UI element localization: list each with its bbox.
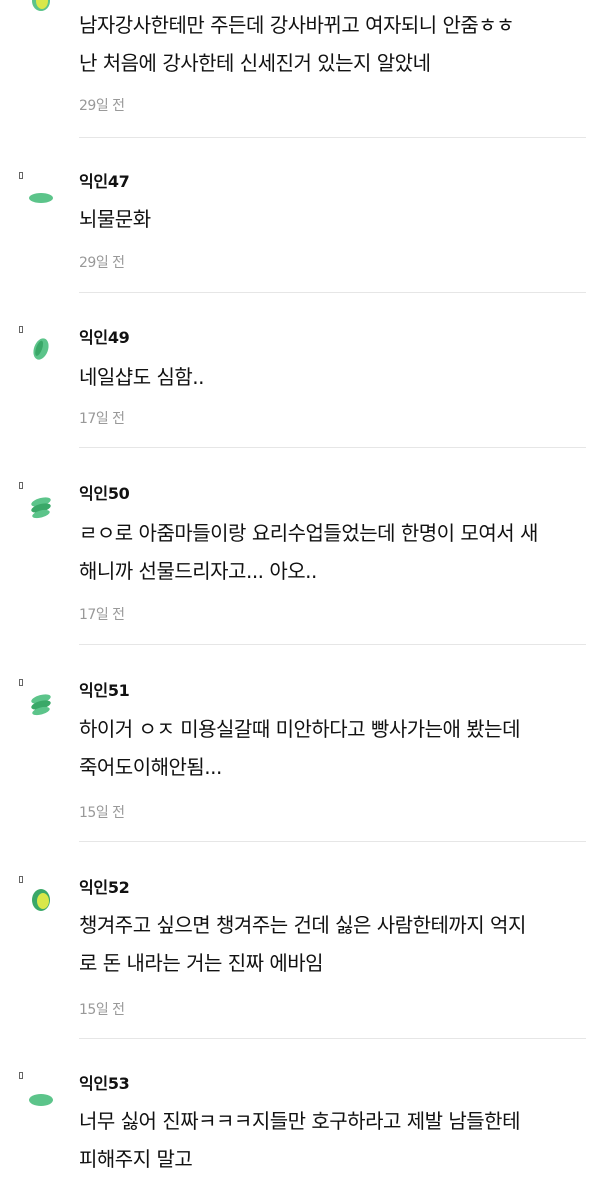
comment-text-line: 네일샵도 심함.. xyxy=(79,365,204,389)
comment-feed: 남자강사한테만 주든데 강사바뀌고 여자되니 안줌ㅎㅎ 난 처음에 강사한테 신… xyxy=(0,0,600,1200)
comment-body: ㄹㅇ로 아줌마들이랑 요리수업들었는데 한명이 모여서 새 해니까 선물드리자고… xyxy=(79,514,579,590)
comment-author[interactable]: 익인49 xyxy=(79,327,130,349)
comment-body: 네일샵도 심함.. xyxy=(79,358,579,396)
comment-text-line: 뇌물문화 xyxy=(79,207,151,231)
avatar-icon xyxy=(31,694,51,716)
comment-text-line: 해니까 선물드리자고... 아오.. xyxy=(79,559,317,583)
icon-placeholder xyxy=(19,876,23,883)
comment-time: 15일 전 xyxy=(79,1002,125,1018)
comment-time: 15일 전 xyxy=(79,805,125,821)
comment-body: 뇌물문화 xyxy=(79,200,579,238)
divider xyxy=(79,447,586,448)
comment-text-line: 남자강사한테만 주든데 강사바뀌고 여자되니 안줌ㅎㅎ xyxy=(79,13,515,37)
comment-author[interactable]: 익인53 xyxy=(79,1073,130,1095)
comment-author[interactable]: 익인51 xyxy=(79,680,130,702)
comment-time: 17일 전 xyxy=(79,607,125,623)
comment-body: 너무 싫어 진짜ㅋㅋㅋ지들만 호구하라고 제발 남들한테 피해주지 말고 xyxy=(79,1102,579,1178)
comment-text-line: 난 처음에 강사한테 신세진거 있는지 알았네 xyxy=(79,51,431,75)
comment-text-line: 로 돈 내라는 거는 진짜 에바임 xyxy=(79,951,324,975)
comment-body: 남자강사한테만 주든데 강사바뀌고 여자되니 안줌ㅎㅎ 난 처음에 강사한테 신… xyxy=(79,6,579,82)
avatar-icon xyxy=(32,0,50,11)
comment-time: 29일 전 xyxy=(79,255,125,271)
icon-placeholder xyxy=(19,172,23,179)
comment-text-line: 피해주지 말고 xyxy=(79,1147,193,1171)
comment-body: 챙겨주고 싶으면 챙겨주는 건데 싫은 사람한테까지 억지 로 돈 내라는 거는… xyxy=(79,906,579,982)
divider xyxy=(79,841,586,842)
avatar-icon xyxy=(33,338,49,360)
comment-text-line: ㄹㅇ로 아줌마들이랑 요리수업들었는데 한명이 모여서 새 xyxy=(79,521,538,545)
divider xyxy=(79,292,586,293)
avatar-icon xyxy=(29,1094,53,1106)
icon-placeholder xyxy=(19,1072,23,1079)
comment-author[interactable]: 익인50 xyxy=(79,483,130,505)
icon-placeholder xyxy=(19,482,23,489)
comment-time: 17일 전 xyxy=(79,411,125,427)
divider xyxy=(79,137,586,138)
comment-text-line: 죽어도이해안됨... xyxy=(79,755,222,779)
comment-text-line: 챙겨주고 싶으면 챙겨주는 건데 싫은 사람한테까지 억지 xyxy=(79,913,526,937)
divider xyxy=(79,1038,586,1039)
comment-body: 하이거 ㅇㅈ 미용실갈때 미안하다고 빵사가는애 봤는데 죽어도이해안됨... xyxy=(79,710,579,786)
icon-placeholder xyxy=(19,326,23,333)
avatar-icon xyxy=(31,497,51,519)
divider xyxy=(79,644,586,645)
avatar-icon xyxy=(29,193,53,203)
avatar-icon xyxy=(32,889,50,911)
comment-text-line: 너무 싫어 진짜ㅋㅋㅋ지들만 호구하라고 제발 남들한테 xyxy=(79,1109,521,1133)
icon-placeholder xyxy=(19,679,23,686)
comment-text-line: 하이거 ㅇㅈ 미용실갈때 미안하다고 빵사가는애 봤는데 xyxy=(79,717,521,741)
comment-time: 29일 전 xyxy=(79,98,125,114)
comment-author[interactable]: 익인52 xyxy=(79,877,130,899)
comment-author[interactable]: 익인47 xyxy=(79,171,130,193)
